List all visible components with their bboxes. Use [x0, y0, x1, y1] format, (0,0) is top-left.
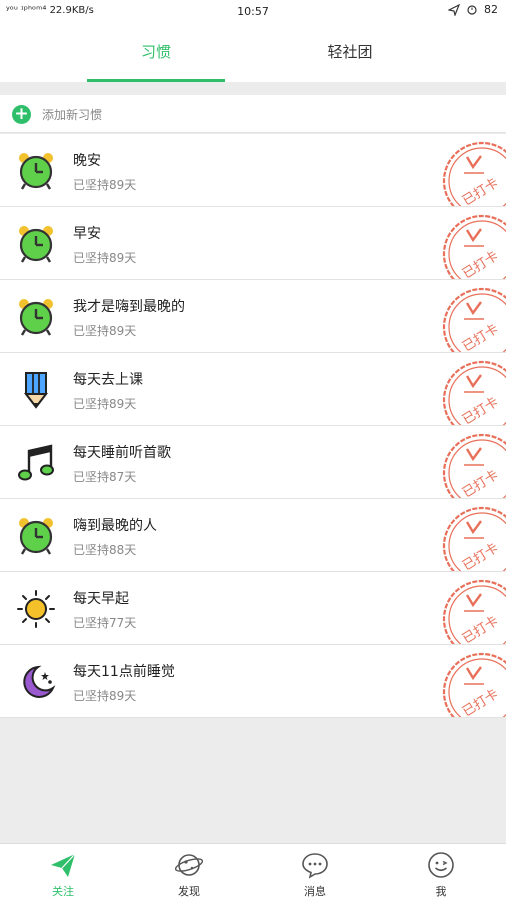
nav-follow[interactable]: 关注	[0, 844, 126, 900]
habit-streak: 已坚持89天	[73, 689, 137, 703]
nav-discover[interactable]: 发现	[126, 844, 252, 900]
add-habit-row[interactable]: + 添加新习惯	[0, 95, 506, 133]
habit-streak: 已坚持89天	[73, 324, 137, 338]
habit-streak: 已坚持89天	[73, 251, 137, 265]
tab-light-club[interactable]: 轻社团	[281, 24, 419, 82]
battery-level: 82	[484, 3, 498, 16]
stamp-text: 已打卡	[460, 614, 501, 645]
habit-item[interactable]: 晚安已坚持89天 已打卡	[0, 134, 506, 207]
nav-messages[interactable]: 消息	[252, 844, 378, 900]
stamp-text: 已打卡	[460, 176, 501, 207]
moon-stars-icon	[16, 662, 56, 702]
habit-title: 晚安	[73, 153, 101, 169]
alarm-clock-icon	[16, 516, 56, 556]
habit-item[interactable]: 每天睡前听首歌 已坚持87天 已打卡	[0, 426, 506, 499]
checked-in-stamp[interactable]: 已打卡	[440, 577, 506, 645]
checked-in-stamp[interactable]: 已打卡	[440, 358, 506, 426]
alarm-clock-icon	[16, 151, 56, 191]
habit-title: 我才是嗨到最晚的	[73, 299, 185, 315]
checked-in-stamp[interactable]: 已打卡	[440, 285, 506, 353]
habit-item[interactable]: 我才是嗨到最晚的 已坚持89天 已打卡	[0, 280, 506, 353]
habit-title: 早安	[73, 226, 101, 242]
nav-label: 消息	[304, 885, 326, 898]
habit-streak: 已坚持89天	[73, 178, 137, 192]
planet-icon	[175, 854, 203, 876]
status-icons: 82	[448, 3, 498, 16]
habit-streak: 已坚持87天	[73, 470, 137, 484]
nav-label: 我	[435, 885, 447, 898]
habit-title: 嗨到最晚的人	[73, 518, 157, 534]
nav-me[interactable]: 我	[378, 844, 504, 900]
tab-underline	[87, 79, 225, 82]
nav-label: 关注	[52, 885, 74, 898]
tab-habits[interactable]: 习惯	[87, 24, 225, 82]
chat-bubble-icon	[302, 853, 328, 879]
checked-in-stamp[interactable]: 已打卡	[440, 212, 506, 280]
habit-streak: 已坚持88天	[73, 543, 137, 557]
habit-streak: 已坚持77天	[73, 616, 137, 630]
stamp-text: 已打卡	[460, 687, 501, 718]
music-note-icon	[16, 443, 56, 483]
habit-item[interactable]: 每天早起已坚持77天 已打卡	[0, 572, 506, 645]
habit-item[interactable]: 每天去上课已坚持89天 已打卡	[0, 353, 506, 426]
habit-list: 晚安 已坚持89天 已打卡 早安 已坚持89天 已打卡 我才是嗨到最晚的 已坚持89天 已打卡每…	[0, 134, 506, 718]
location-icon	[448, 3, 460, 16]
habit-title: 每天早起	[73, 591, 129, 607]
checked-in-stamp[interactable]: 已打卡	[440, 139, 506, 207]
pencil-icon	[16, 370, 56, 410]
stamp-text: 已打卡	[460, 249, 501, 280]
nav-label: 发现	[178, 885, 200, 898]
checked-in-stamp[interactable]: 已打卡	[440, 650, 506, 718]
checked-in-stamp[interactable]: 已打卡	[440, 431, 506, 499]
alarm-clock-icon	[16, 297, 56, 337]
tab-label: 习惯	[140, 43, 171, 61]
top-tabs: 习惯 轻社团	[0, 24, 506, 82]
habit-item[interactable]: 嗨到最晚的人 已坚持88天 已打卡	[0, 499, 506, 572]
checked-in-stamp[interactable]: 已打卡	[440, 504, 506, 572]
tab-label: 轻社团	[327, 43, 373, 61]
habit-streak: 已坚持89天	[73, 397, 137, 411]
habit-title: 每天睡前听首歌	[73, 445, 171, 461]
smiley-face-icon	[428, 852, 454, 878]
stamp-text: 已打卡	[460, 322, 501, 353]
add-habit-label: 添加新习惯	[42, 108, 103, 122]
habit-title: 每天去上课	[73, 372, 143, 388]
plus-icon[interactable]: +	[12, 105, 31, 124]
sun-icon	[16, 589, 56, 629]
bottom-nav: 关注 发现 消息 我	[0, 843, 506, 900]
stamp-text: 已打卡	[460, 541, 501, 572]
habit-item[interactable]: 每天11点前睡觉 已坚持89天 已打卡	[0, 645, 506, 718]
clock: 10:57	[237, 5, 269, 18]
habit-item[interactable]: 早安已坚持89天 已打卡	[0, 207, 506, 280]
stamp-text: 已打卡	[460, 468, 501, 499]
alarm-clock-icon	[16, 224, 56, 264]
status-bar: ʸᵒᵘ ᶦᵖʰᵒᵐ⁴ 22.9KB/s 10:57 82	[0, 0, 506, 24]
alarm-status-icon	[467, 4, 477, 15]
paper-plane-icon	[51, 853, 76, 877]
stamp-text: 已打卡	[460, 395, 501, 426]
habit-title: 每天11点前睡觉	[73, 664, 175, 680]
